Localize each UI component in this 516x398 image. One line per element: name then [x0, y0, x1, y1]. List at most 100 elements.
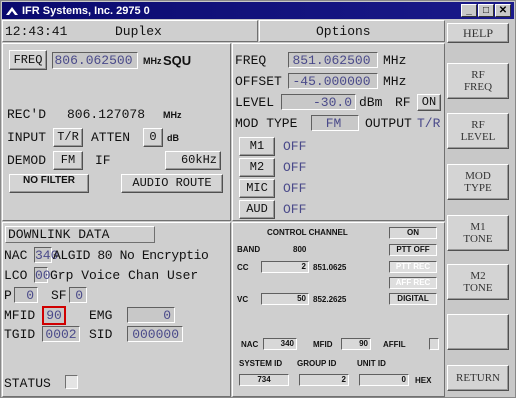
- rf-level-button[interactable]: RF LEVEL: [447, 113, 509, 149]
- aff-rec-indicator: AFF REC: [389, 277, 437, 289]
- group-id-field[interactable]: 2: [299, 374, 349, 386]
- demod-label: DEMOD: [7, 153, 47, 168]
- mod-type-button[interactable]: MOD TYPE: [447, 164, 509, 200]
- sf-field[interactable]: 0: [69, 287, 87, 303]
- control-on-indicator[interactable]: ON: [389, 227, 437, 239]
- ptt-rec-indicator: PTT REC: [389, 261, 437, 273]
- squelch-indicator: SQU: [163, 53, 192, 68]
- window-title: IFR Systems, Inc. 2975 0: [22, 4, 150, 17]
- mfid-label: MFID: [4, 308, 36, 323]
- control-channel-panel: CONTROL CHANNEL ON BAND 800 PTT OFF CC 2…: [232, 222, 445, 397]
- receiver-panel: FREQ 806.062500 MHz SQU REC'D 806.127078…: [2, 43, 231, 221]
- lco-text: Grp Voice Chan User: [50, 268, 199, 283]
- emg-field[interactable]: 0: [127, 307, 175, 323]
- vc-label: VC: [237, 295, 249, 304]
- minimize-button[interactable]: _: [461, 4, 477, 17]
- input-label: INPUT: [7, 130, 47, 145]
- demod-select[interactable]: FM: [53, 151, 83, 170]
- m1-button[interactable]: M1: [239, 137, 275, 156]
- cc-mfid-field[interactable]: 90: [341, 338, 371, 350]
- cc-nac-label: NAC: [241, 340, 259, 349]
- level-field[interactable]: -30.0: [281, 94, 356, 110]
- system-id-label: SYSTEM ID: [239, 359, 283, 368]
- nac-label: NAC: [4, 248, 28, 263]
- lco-field[interactable]: 00: [34, 267, 51, 283]
- cc-freq: 851.0625: [313, 263, 347, 272]
- system-id-field[interactable]: 734: [239, 374, 289, 386]
- screen-title: Options: [316, 24, 371, 39]
- sid-label: SID: [89, 327, 113, 342]
- unit-id-label: UNIT ID: [357, 359, 386, 368]
- modtype-field[interactable]: FM: [311, 115, 359, 131]
- algid-text: ALGID 80 No Encryptio: [53, 248, 209, 263]
- mfid-field[interactable]: 90: [42, 306, 66, 325]
- input-select[interactable]: T/R: [53, 128, 83, 147]
- group-id-label: GROUP ID: [297, 359, 337, 368]
- help-button[interactable]: HELP: [447, 23, 509, 43]
- hex-label: HEX: [415, 376, 432, 385]
- sf-label: SF: [51, 288, 67, 303]
- cc-nac-field[interactable]: 340: [263, 338, 297, 350]
- p-field[interactable]: 0: [14, 287, 38, 303]
- if-select[interactable]: 60kHz: [165, 151, 221, 170]
- title-bar[interactable]: IFR Systems, Inc. 2975 0 _ □ ✕: [2, 2, 514, 19]
- mic-button[interactable]: MIC: [239, 179, 275, 198]
- m1-state: OFF: [283, 139, 307, 154]
- vc-freq: 852.2625: [313, 295, 347, 304]
- cc-field[interactable]: 2: [261, 261, 309, 273]
- offset-label: OFFSET: [235, 74, 282, 89]
- m2-state: OFF: [283, 160, 307, 175]
- screen-title-panel: Options: [259, 20, 445, 42]
- output-value[interactable]: T/R: [417, 116, 440, 131]
- atten-select[interactable]: 0: [143, 128, 163, 147]
- cc-mfid-label: MFID: [313, 340, 333, 349]
- tgid-label: TGID: [4, 327, 36, 342]
- gen-freq-label: FREQ: [235, 53, 267, 68]
- band-label: BAND: [237, 245, 261, 254]
- vc-field[interactable]: 50: [261, 293, 309, 305]
- modtype-label: MOD TYPE: [235, 116, 298, 131]
- recd-value: 806.127078: [67, 107, 146, 122]
- nac-field[interactable]: 340: [34, 247, 58, 263]
- gen-freq-field[interactable]: 851.062500: [288, 52, 378, 68]
- return-button[interactable]: RETURN: [447, 365, 509, 391]
- tgid-field[interactable]: 0002: [42, 326, 80, 342]
- ptt-off-indicator: PTT OFF: [389, 244, 437, 256]
- sid-field[interactable]: 000000: [127, 326, 183, 342]
- freq-button[interactable]: FREQ: [9, 50, 47, 70]
- downlink-panel: DOWNLINK DATA NAC 340 ALGID 80 No Encryp…: [2, 222, 231, 397]
- clock: 12:43:41: [5, 24, 68, 39]
- status-label: STATUS: [4, 376, 51, 391]
- maximize-button[interactable]: □: [478, 4, 494, 17]
- audio-route-button[interactable]: AUDIO ROUTE: [121, 174, 223, 193]
- recd-label: REC'D: [7, 107, 47, 122]
- atten-unit: dB: [167, 133, 179, 143]
- rf-freq-button[interactable]: RF FREQ: [447, 63, 509, 99]
- downlink-title: DOWNLINK DATA: [5, 226, 155, 243]
- output-label: OUTPUT: [365, 116, 412, 131]
- offset-unit: MHz: [383, 74, 407, 89]
- level-unit: dBm: [359, 95, 383, 110]
- m2-tone-button[interactable]: M2 TONE: [447, 264, 509, 300]
- band-value: 800: [293, 245, 307, 254]
- rf-toggle[interactable]: ON: [417, 94, 441, 111]
- close-button[interactable]: ✕: [495, 4, 511, 17]
- emg-label: EMG: [89, 308, 113, 323]
- blank-softkey[interactable]: [447, 314, 509, 350]
- level-label: LEVEL: [235, 95, 275, 110]
- mic-state: OFF: [283, 181, 307, 196]
- unit-id-field[interactable]: 0: [359, 374, 409, 386]
- aud-button[interactable]: AUD: [239, 200, 275, 219]
- atten-label: ATTEN: [91, 130, 131, 145]
- control-title: CONTROL CHANNEL: [267, 228, 348, 237]
- if-label: IF: [95, 153, 111, 168]
- rx-freq-field[interactable]: 806.062500: [52, 52, 138, 69]
- filter-button[interactable]: NO FILTER: [9, 174, 89, 193]
- affil-label: AFFIL: [383, 340, 406, 349]
- m1-tone-button[interactable]: M1 TONE: [447, 215, 509, 251]
- gen-freq-unit: MHz: [383, 53, 407, 68]
- digital-indicator: DIGITAL: [389, 293, 437, 305]
- offset-field[interactable]: -45.000000: [288, 73, 378, 89]
- m2-button[interactable]: M2: [239, 158, 275, 177]
- mode-label: Duplex: [115, 24, 162, 39]
